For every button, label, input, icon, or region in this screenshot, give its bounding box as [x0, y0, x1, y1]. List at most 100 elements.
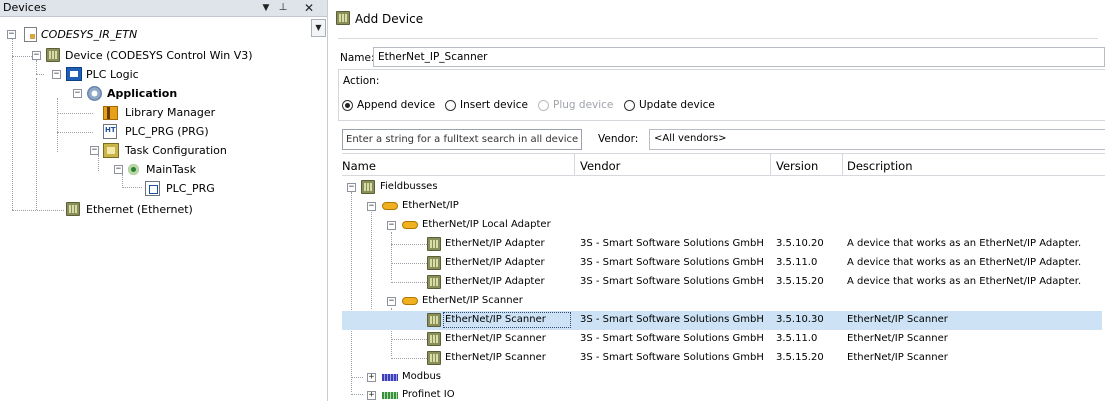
- tree-item-label: PLC Logic: [86, 68, 139, 81]
- tree-item-plc-prg-call[interactable]: PLC_PRG: [0, 180, 300, 198]
- table-row[interactable]: EtherNet/IP Adapter 3S - Smart Software …: [342, 235, 1102, 254]
- tree-item-label: PLC_PRG (PRG): [125, 125, 209, 138]
- fulltext-search-input[interactable]: [342, 129, 582, 150]
- cell-description: EtherNet/IP Scanner: [847, 333, 948, 344]
- cell-name: EtherNet/IP Adapter: [445, 257, 545, 268]
- cell-vendor: 3S - Smart Software Solutions GmbH: [580, 333, 764, 344]
- tree-item-task-configuration[interactable]: − Task Configuration: [0, 142, 300, 160]
- collapse-icon[interactable]: −: [52, 70, 61, 79]
- tree-dropdown-button[interactable]: ▼: [311, 19, 326, 37]
- list-item-profinet[interactable]: + Profinet IO: [342, 386, 1102, 401]
- vendor-label: Vendor:: [598, 133, 639, 145]
- tree-item-device[interactable]: − Device (CODESYS Control Win V3): [0, 47, 300, 65]
- collapse-icon[interactable]: −: [32, 51, 41, 60]
- cell-vendor: 3S - Smart Software Solutions GmbH: [580, 238, 764, 249]
- tree-item-project[interactable]: − CODESYS_IR_ETN: [0, 26, 300, 44]
- radio-dot: [342, 100, 353, 111]
- cell-name: EtherNet/IP Local Adapter: [422, 219, 551, 230]
- column-header-vendor[interactable]: Vendor: [580, 159, 620, 173]
- cell-version: 3.5.11.0: [776, 333, 818, 344]
- tree-item-ethernet[interactable]: Ethernet (Ethernet): [0, 201, 300, 219]
- collapse-icon[interactable]: −: [90, 146, 99, 155]
- tree-item-library-manager[interactable]: Library Manager: [0, 104, 300, 122]
- tree-item-plc-logic[interactable]: − PLC Logic: [0, 66, 300, 84]
- cell-description: EtherNet/IP Scanner: [847, 314, 948, 325]
- close-icon[interactable]: ✕: [302, 0, 316, 16]
- name-field[interactable]: [373, 47, 1105, 67]
- cell-description: A device that works as an EtherNet/IP Ad…: [847, 257, 1082, 268]
- cell-name: Fieldbusses: [380, 181, 438, 192]
- tree-item-main-task[interactable]: − MainTask: [0, 161, 300, 179]
- radio-dot: [538, 100, 549, 111]
- panel-menu-dropdown-icon[interactable]: ▼: [259, 0, 273, 16]
- project-icon: [24, 27, 37, 42]
- radio-dot: [624, 100, 635, 111]
- expand-icon[interactable]: +: [367, 391, 376, 400]
- device-list-header: Name Vendor Version Description: [342, 153, 1105, 176]
- vendor-select[interactable]: <All vendors>: [649, 129, 1105, 150]
- list-item-modbus[interactable]: + Modbus: [342, 368, 1102, 387]
- vendor-select-value: <All vendors>: [654, 133, 727, 144]
- collapse-icon[interactable]: −: [387, 297, 396, 306]
- column-header-version[interactable]: Version: [776, 159, 818, 173]
- table-row[interactable]: EtherNet/IP Adapter 3S - Smart Software …: [342, 273, 1102, 292]
- cell-version: 3.5.15.20: [776, 276, 824, 287]
- name-label: Name:: [340, 52, 375, 64]
- tree-item-label: Device (CODESYS Control Win V3): [65, 49, 253, 62]
- cell-name: EtherNet/IP Scanner: [445, 352, 546, 363]
- table-row[interactable]: EtherNet/IP Scanner 3S - Smart Software …: [342, 330, 1102, 349]
- task-configuration-icon: [103, 143, 119, 158]
- tree-item-application[interactable]: − Application: [0, 85, 300, 103]
- cell-name: Profinet IO: [402, 389, 455, 400]
- collapse-icon[interactable]: −: [7, 30, 16, 39]
- cell-version: 3.5.10.30: [776, 314, 824, 325]
- ethernet-ip-icon: [382, 202, 398, 210]
- task-icon: [126, 163, 142, 177]
- cell-vendor: 3S - Smart Software Solutions GmbH: [580, 352, 764, 363]
- list-item-ethernet-ip[interactable]: − EtherNet/IP: [342, 197, 1102, 216]
- tree-item-plc-prg[interactable]: PLC_PRG (PRG): [0, 123, 300, 141]
- table-row[interactable]: EtherNet/IP Adapter 3S - Smart Software …: [342, 254, 1102, 273]
- cell-vendor: 3S - Smart Software Solutions GmbH: [580, 276, 764, 287]
- cell-version: 3.5.10.20: [776, 238, 824, 249]
- collapse-icon[interactable]: −: [114, 165, 123, 174]
- cell-name: EtherNet/IP Scanner: [445, 333, 546, 344]
- divider: [338, 38, 1098, 39]
- tree-item-label: MainTask: [146, 163, 196, 176]
- device-icon: [66, 202, 80, 216]
- collapse-icon[interactable]: −: [367, 202, 376, 211]
- list-item-local-adapter[interactable]: − EtherNet/IP Local Adapter: [342, 216, 1102, 235]
- radio-label: Insert device: [460, 99, 528, 111]
- list-item-fieldbusses[interactable]: − Fieldbusses: [342, 178, 1102, 197]
- tree-item-label: CODESYS_IR_ETN: [41, 28, 138, 41]
- collapse-icon[interactable]: −: [387, 221, 396, 230]
- collapse-icon[interactable]: −: [347, 183, 356, 192]
- program-icon: [103, 124, 117, 139]
- ethernet-ip-icon: [402, 221, 418, 229]
- cell-name: Modbus: [402, 371, 441, 382]
- pin-icon[interactable]: ⊥: [276, 0, 290, 16]
- radio-label: Append device: [357, 99, 436, 111]
- cell-version: 3.5.15.20: [776, 352, 824, 363]
- column-header-name[interactable]: Name: [342, 159, 376, 173]
- cell-description: A device that works as an EtherNet/IP Ad…: [847, 238, 1082, 249]
- application-gear-icon: [87, 86, 102, 101]
- radio-label: Plug device: [553, 99, 614, 111]
- plc-logic-icon: [66, 67, 82, 81]
- ethernet-ip-icon: [402, 297, 418, 305]
- tree-item-label: Ethernet (Ethernet): [86, 203, 193, 216]
- cell-vendor: 3S - Smart Software Solutions GmbH: [580, 257, 764, 268]
- table-row-selected[interactable]: EtherNet/IP Scanner 3S - Smart Software …: [342, 311, 1102, 330]
- action-label: Action:: [343, 75, 380, 87]
- collapse-icon[interactable]: −: [73, 89, 82, 98]
- device-icon: [427, 256, 441, 270]
- table-row[interactable]: EtherNet/IP Scanner 3S - Smart Software …: [342, 349, 1102, 368]
- cell-description: EtherNet/IP Scanner: [847, 352, 948, 363]
- device-icon: [427, 275, 441, 289]
- expand-icon[interactable]: +: [367, 373, 376, 382]
- cell-name: EtherNet/IP: [402, 200, 459, 211]
- column-header-description[interactable]: Description: [847, 159, 913, 173]
- list-item-scanner-group[interactable]: − EtherNet/IP Scanner: [342, 292, 1102, 311]
- add-device-icon: [336, 11, 350, 25]
- modbus-icon: [382, 374, 398, 381]
